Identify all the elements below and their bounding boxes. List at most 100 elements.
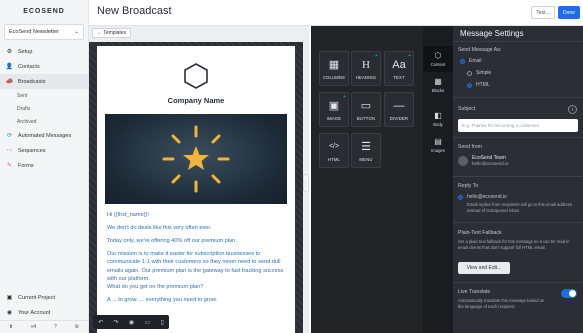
app-logo: ECOSEND xyxy=(23,7,65,15)
editor-tabs: ⬡ Content ▦ Blocks ◧ Body ▤ Images xyxy=(423,26,453,333)
folder-icon: ▣ xyxy=(6,295,13,301)
block-heading[interactable]: + H HEADING xyxy=(351,51,381,86)
avatar xyxy=(458,155,468,166)
paragraph-4: A ... to grow. ... everything you need t… xyxy=(107,296,218,303)
live-translate-toggle[interactable] xyxy=(561,289,577,298)
page-title: New Broadcast xyxy=(97,5,172,17)
sidebar-item-broadcasts[interactable]: 📣 Broadcasts xyxy=(0,74,88,89)
greeting-text: Hi {{first_name}}! xyxy=(107,212,149,218)
redo-icon[interactable]: ↷ xyxy=(114,319,119,326)
upload-icon[interactable]: ⬆ xyxy=(9,324,13,330)
desktop-icon[interactable]: ▭ xyxy=(144,319,150,326)
sidebar-item-current-project[interactable]: ▣ Current Project xyxy=(0,290,88,305)
info-icon[interactable]: i xyxy=(568,105,577,114)
sidebar-subitem-archived[interactable]: Archived xyxy=(0,115,88,128)
resize-handle[interactable]: ⋮ xyxy=(303,174,309,192)
account-selector[interactable]: EcoSend Newsletter ⌄ xyxy=(4,24,84,40)
mobile-icon[interactable]: ▯ xyxy=(160,319,163,326)
tab-images[interactable]: ▤ Images xyxy=(423,132,453,158)
paragraph-1: We don't do deals like this very often e… xyxy=(107,225,212,232)
body-icon: ◧ xyxy=(434,111,442,120)
paragraph-2: Today only, we're offering 40% off our p… xyxy=(107,238,237,245)
sidebar-footer: ⬆ v4 ? ⚙ xyxy=(0,320,88,333)
automation-icon: ⟳ xyxy=(6,133,13,139)
sidebar-item-label: Setup xyxy=(18,48,33,55)
image-icon: ▣ xyxy=(328,100,340,112)
sidebar-item-sequences[interactable]: ⋯ Sequences xyxy=(0,143,88,158)
pencil-icon: ✎ xyxy=(6,163,13,169)
text-icon: Aa xyxy=(392,58,406,71)
blocks-panel: ▦ COLUMNS + H HEADING + Aa TEXT + ▣ IMAG… xyxy=(311,26,423,333)
divider xyxy=(453,222,583,223)
divider xyxy=(453,282,583,283)
sidebar-item-forms[interactable]: ✎ Forms xyxy=(0,158,88,173)
divider xyxy=(453,176,583,177)
tab-blocks[interactable]: ▦ Blocks xyxy=(423,72,453,98)
sidebar-subitem-drafts[interactable]: Drafts xyxy=(0,102,88,115)
sender-selector[interactable]: EcoSend Team hello@ecosend.io xyxy=(458,155,509,166)
live-translate-label: Live Translate xyxy=(458,289,491,295)
heading-icon: H xyxy=(362,58,370,71)
version-badge: v4 xyxy=(30,324,37,330)
settings-title: Message Settings xyxy=(460,29,524,38)
sidebar-item-label: Your Account xyxy=(18,309,51,316)
radio-simple[interactable]: Simple xyxy=(467,70,491,76)
sidebar-item-automated-messages[interactable]: ⟳ Automated Messages xyxy=(0,128,88,143)
sidebar-item-label: Forms xyxy=(18,162,34,169)
email-frame: Company Name Hi {{first_name}}! We don't… xyxy=(89,42,303,333)
sidebar-item-contacts[interactable]: 👤 Contacts xyxy=(0,59,88,74)
star-burst-icon xyxy=(162,125,230,193)
divider xyxy=(453,97,583,98)
tab-body[interactable]: ◧ Body xyxy=(423,106,453,132)
account-icon: ◉ xyxy=(6,310,13,316)
code-icon: </> xyxy=(328,143,340,150)
block-divider[interactable]: — DIVIDER xyxy=(384,92,414,127)
done-button[interactable]: Done xyxy=(558,6,580,19)
eye-icon[interactable]: ◉ xyxy=(129,319,134,326)
block-columns[interactable]: ▦ COLUMNS xyxy=(319,51,349,86)
reply-to-note: Email replies from recipients will go to… xyxy=(467,202,572,213)
divider xyxy=(453,137,583,138)
sidebar-item-label: Current Project xyxy=(18,294,55,301)
undo-icon[interactable]: ↶ xyxy=(98,319,103,326)
images-icon: ▤ xyxy=(434,137,442,146)
hero-image xyxy=(105,114,287,204)
subject-input[interactable]: E.g. Thanks for becoming a customer! xyxy=(458,119,578,132)
block-image[interactable]: + ▣ IMAGE xyxy=(319,92,349,127)
email-body-text[interactable]: Hi {{first_name}}! We don't do deals lik… xyxy=(107,211,287,309)
live-translate-note: Automatically translate this message bas… xyxy=(458,298,545,309)
columns-icon: ▦ xyxy=(328,59,340,71)
menu-icon: ☰ xyxy=(361,141,371,153)
block-menu[interactable]: ☰ MENU xyxy=(351,133,381,168)
subject-label: Subject xyxy=(458,106,476,112)
reply-to-option[interactable]: hello@ecosend.io xyxy=(458,194,507,200)
divider-icon: — xyxy=(393,99,405,112)
settings-icon[interactable]: ⚙ xyxy=(75,324,79,330)
divider xyxy=(453,41,583,42)
preview-toolbar: ↶ ↷ ◉ ▭ ▯ xyxy=(93,315,169,329)
sidebar-item-setup[interactable]: ⚙ Setup xyxy=(0,44,88,59)
chevron-down-icon: ⌄ xyxy=(74,29,79,35)
gear-icon: ⚙ xyxy=(6,49,13,55)
sidebar-item-label: Broadcasts xyxy=(18,78,46,85)
user-icon: 👤 xyxy=(5,64,14,70)
sequence-icon: ⋯ xyxy=(6,148,13,154)
radio-email[interactable]: Email xyxy=(460,58,482,64)
view-edit-button[interactable]: View and Edit... xyxy=(458,262,510,274)
block-html[interactable]: </> HTML xyxy=(319,133,349,168)
company-logo-icon xyxy=(183,62,209,90)
sidebar: ECOSEND EcoSend Newsletter ⌄ ⚙ Setup 👤 C… xyxy=(0,0,89,333)
tab-content[interactable]: ⬡ Content xyxy=(423,46,453,72)
radio-html[interactable]: HTML xyxy=(467,82,490,88)
block-text[interactable]: + Aa TEXT xyxy=(384,51,414,86)
block-button[interactable]: ▭ BUTTON xyxy=(351,92,381,127)
email-preview[interactable]: Company Name Hi {{first_name}}! We don't… xyxy=(97,46,295,333)
test-button[interactable]: Test... xyxy=(531,6,555,19)
account-name: EcoSend Newsletter xyxy=(9,29,59,35)
sidebar-item-your-account[interactable]: ◉ Your Account xyxy=(0,305,88,320)
sidebar-subitem-sent[interactable]: Sent xyxy=(0,89,88,102)
help-icon[interactable]: ? xyxy=(54,324,57,330)
sidebar-item-label: Automated Messages xyxy=(18,132,72,139)
send-as-label: Send Message As: xyxy=(458,47,502,53)
templates-button[interactable]: ← Templates xyxy=(92,28,132,38)
